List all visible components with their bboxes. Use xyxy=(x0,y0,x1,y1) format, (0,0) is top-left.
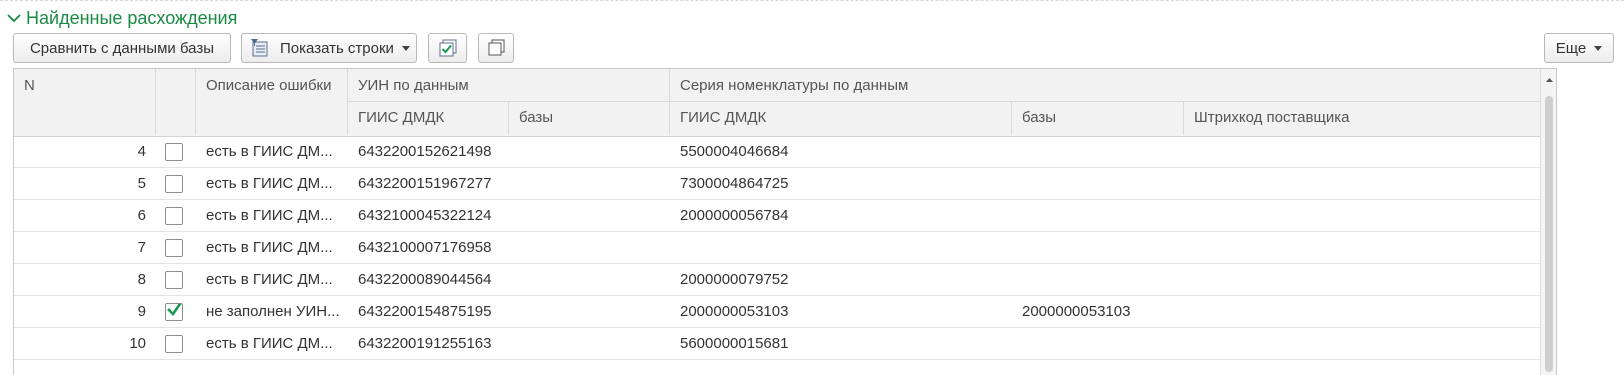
row-number: 10 xyxy=(129,335,146,352)
column-group-uin: УИН по данным xyxy=(348,69,670,102)
uin-giis-value: 6432200089044564 xyxy=(358,271,492,288)
uin-giis-value: 6432200191255163 xyxy=(358,335,492,352)
series-base-value xyxy=(1022,264,1182,295)
row-number: 8 xyxy=(137,271,146,288)
error-description: есть в ГИИС ДМ... xyxy=(206,175,333,192)
table-header: N Описание ошибки УИН по данным Серия но… xyxy=(14,69,1540,137)
series-base-value xyxy=(1022,168,1182,199)
table-row[interactable]: 4 есть в ГИИС ДМ... 6432200152621498 550000… xyxy=(14,136,1540,168)
series-giis-value: 2000000079752 xyxy=(680,271,789,288)
error-description: есть в ГИИС ДМ... xyxy=(206,143,333,160)
table-row[interactable]: 6 есть в ГИИС ДМ... 6432100045322124 200000… xyxy=(14,200,1540,232)
column-header-series-base[interactable]: базы xyxy=(1012,102,1184,135)
table-row[interactable]: 8 есть в ГИИС ДМ... 6432200089044564 200000… xyxy=(14,264,1540,296)
column-header-supplier-barcode[interactable]: Штрихкод поставщика xyxy=(1184,102,1540,135)
series-giis-value: 2000000056784 xyxy=(680,207,789,224)
header-supplier-barcode-label: Штрихкод поставщика xyxy=(1194,109,1350,126)
column-group-series: Серия номенклатуры по данным xyxy=(670,69,1540,102)
row-checkbox[interactable] xyxy=(165,239,183,257)
dropdown-caret-icon xyxy=(1594,45,1603,51)
scroll-up-icon xyxy=(1546,78,1553,82)
toolbar: Сравнить с данными базы Показать строки xyxy=(13,33,1614,63)
column-header-series-giis[interactable]: ГИИС ДМДК xyxy=(670,102,1012,135)
more-button-label: Еще xyxy=(1555,39,1587,57)
error-description: есть в ГИИС ДМ... xyxy=(206,335,333,352)
column-header-description[interactable]: Описание ошибки xyxy=(196,69,348,135)
series-base-value xyxy=(1022,328,1182,359)
uncheck-all-button[interactable] xyxy=(478,33,514,63)
series-giis-value: 5600000015681 xyxy=(680,335,789,352)
check-all-icon xyxy=(438,38,458,58)
table-row[interactable]: 9 не заполнен УИН... 6432200154875195 20000… xyxy=(14,296,1540,328)
row-checkbox[interactable] xyxy=(165,175,183,193)
series-giis-value: 2000000053103 xyxy=(680,303,789,320)
group-header[interactable]: Найденные расхождения xyxy=(4,6,237,30)
row-checkbox[interactable] xyxy=(165,303,183,321)
scrollbar-thumb[interactable] xyxy=(1545,96,1553,372)
error-description: не заполнен УИН... xyxy=(206,303,340,320)
check-all-button[interactable] xyxy=(428,33,467,63)
series-base-value xyxy=(1022,200,1182,231)
series-giis-value xyxy=(680,232,1010,263)
table-row[interactable]: 10 есть в ГИИС ДМ... 6432200191255163 56000… xyxy=(14,328,1540,360)
uin-giis-value: 6432200154875195 xyxy=(358,303,492,320)
uin-giis-value: 6432200151967277 xyxy=(358,175,492,192)
table-body: 4 есть в ГИИС ДМ... 6432200152621498 550000… xyxy=(14,136,1540,360)
uncheck-all-icon xyxy=(486,38,506,58)
series-giis-value: 5500004046684 xyxy=(680,143,789,160)
row-number: 9 xyxy=(137,303,146,320)
header-series-giis-label: ГИИС ДМДК xyxy=(680,109,767,126)
column-header-uin-giis[interactable]: ГИИС ДМДК xyxy=(348,102,509,135)
row-number: 4 xyxy=(137,143,146,160)
uin-giis-value: 6432100045322124 xyxy=(358,207,492,224)
column-header-n[interactable]: N xyxy=(14,69,156,135)
row-number: 7 xyxy=(137,239,146,256)
discrepancies-table: N Описание ошибки УИН по данным Серия но… xyxy=(13,68,1557,375)
uin-giis-value: 6432100007176958 xyxy=(358,239,492,256)
error-description: есть в ГИИС ДМ... xyxy=(206,239,333,256)
uin-giis-value: 6432200152621498 xyxy=(358,143,492,160)
group-title: Найденные расхождения xyxy=(26,7,238,28)
header-n-label: N xyxy=(24,77,35,94)
error-description: есть в ГИИС ДМ... xyxy=(206,207,333,224)
column-header-uin-base[interactable]: базы xyxy=(509,102,670,135)
row-number: 6 xyxy=(137,207,146,224)
compare-with-base-button[interactable]: Сравнить с данными базы xyxy=(13,33,231,63)
header-uin-group-label: УИН по данным xyxy=(358,77,469,94)
header-series-group-label: Серия номенклатуры по данным xyxy=(680,77,909,94)
column-header-check[interactable] xyxy=(156,69,196,135)
error-description: есть в ГИИС ДМ... xyxy=(206,271,333,288)
dropdown-caret-icon xyxy=(401,45,410,51)
table-row[interactable]: 7 есть в ГИИС ДМ... 6432100007176958 xyxy=(14,232,1540,264)
row-checkbox[interactable] xyxy=(165,207,183,225)
chevron-down-icon[interactable] xyxy=(4,8,24,28)
series-base-value xyxy=(1022,232,1182,263)
more-button[interactable]: Еще xyxy=(1544,33,1614,63)
row-checkbox[interactable] xyxy=(165,271,183,289)
series-base-value xyxy=(1022,136,1182,167)
row-checkbox[interactable] xyxy=(165,335,183,353)
show-rows-button[interactable]: Показать строки xyxy=(241,33,417,63)
series-base-value: 2000000053103 xyxy=(1022,303,1131,320)
top-divider xyxy=(0,0,1624,1)
rows-filter-icon xyxy=(250,38,272,58)
checkmark-icon xyxy=(167,304,182,317)
series-giis-value: 7300004864725 xyxy=(680,175,789,192)
row-checkbox[interactable] xyxy=(165,143,183,161)
header-description-label: Описание ошибки xyxy=(206,77,332,94)
compare-button-label: Сравнить с данными базы xyxy=(29,39,215,57)
table-row[interactable]: 5 есть в ГИИС ДМ... 6432200151967277 730000… xyxy=(14,168,1540,200)
header-series-base-label: базы xyxy=(1022,109,1057,126)
header-uin-giis-label: ГИИС ДМДК xyxy=(358,109,445,126)
row-number: 5 xyxy=(137,175,146,192)
header-uin-base-label: базы xyxy=(519,109,554,126)
show-rows-label: Показать строки xyxy=(280,39,394,57)
vertical-scrollbar[interactable] xyxy=(1540,69,1556,375)
